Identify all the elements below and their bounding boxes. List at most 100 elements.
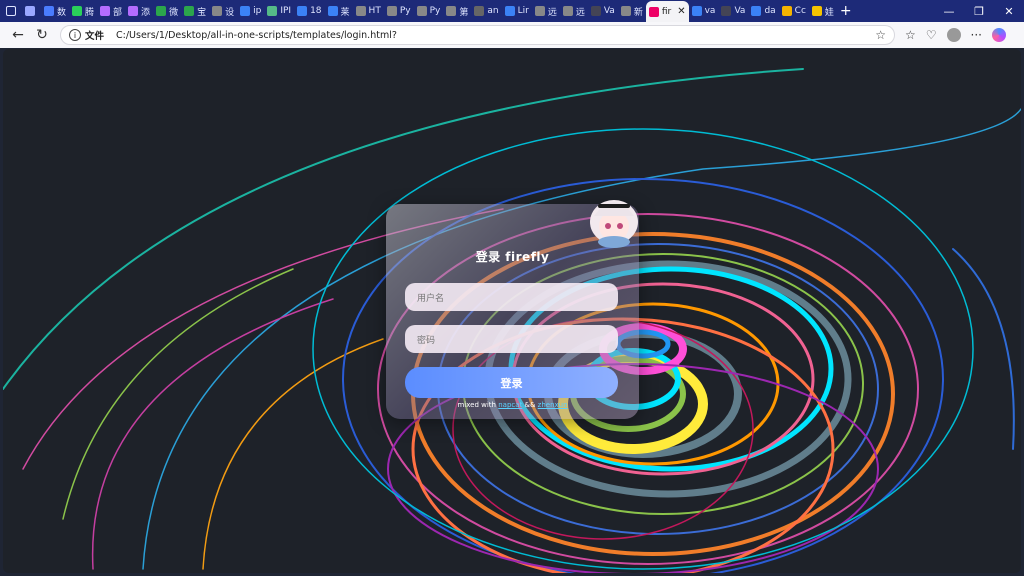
tab-4[interactable]: 添 [125,0,153,22]
tab-favicon-icon [327,6,338,16]
tab-10[interactable]: 18 [294,0,324,22]
tab-label: 新 [633,7,643,18]
tab-7[interactable]: 设 [209,0,237,22]
tab-favicon-icon [156,6,167,16]
tab-favicon-icon [355,6,366,16]
maximize-button[interactable]: ❐ [964,0,994,22]
tab-favicon-icon [620,6,631,16]
tab-label: 添 [141,7,151,18]
tab-label: 微 [169,7,179,18]
tab-17[interactable]: Lir [502,0,532,22]
more-menu-button[interactable]: ··· [971,28,982,42]
window-icon [6,6,16,16]
tab-1[interactable]: 数 [41,0,69,22]
tab-21[interactable]: 新 [618,0,646,22]
tab-25[interactable]: da [748,0,778,22]
url-text: C:/Users/1/Desktop/all-in-one-scripts/te… [116,29,397,41]
tab-favicon-icon [751,6,762,16]
tab-16[interactable]: an [471,0,501,22]
tab-label: 数 [57,7,67,18]
tab-9[interactable]: IPI [264,0,294,22]
health-icon[interactable]: ♡ [926,28,937,42]
tab-20[interactable]: Va [588,0,618,22]
tab-label: ip [253,6,262,16]
tab-0[interactable] [22,0,41,22]
tab-actions-button[interactable] [0,0,22,22]
back-button[interactable]: ← [6,23,30,47]
url-field[interactable]: i 文件 C:/Users/1/Desktop/all-in-one-scrip… [60,25,895,45]
zhenxun-link[interactable]: zhenxun [538,401,568,409]
tab-label: 宝 [197,7,207,18]
tab-label: Py [399,6,411,16]
tab-favicon-icon [562,6,573,16]
profile-avatar[interactable] [946,28,961,42]
tab-favicon-icon [128,6,139,16]
tab-favicon-icon [721,6,732,16]
tab-label: Va [603,6,615,16]
tab-favicon-icon [100,6,111,16]
tab-label: 远 [575,7,585,18]
napcat-link[interactable]: napcat [498,401,522,409]
tab-favicon-icon [474,6,485,16]
toolbar: ☆ ♡ ··· [905,28,1006,42]
tab-15[interactable]: 第 [443,0,471,22]
tab-11[interactable]: 莱 [325,0,353,22]
tab-label: 莱 [340,7,350,18]
tab-favicon-icon [25,6,35,16]
tab-label: Lir [517,6,529,16]
tab-favicon-icon [446,6,457,16]
tab-18[interactable]: 远 [532,0,560,22]
tab-strip: 数 腾 部 添 微 宝 设 ip IPI 18 莱 HT Py Py 第 an Lir 远 远 Va 新 fir ✕ va Va… [0,0,1024,22]
tab-label: Py [429,6,441,16]
tab-26[interactable]: Cc [779,0,809,22]
tab-19[interactable]: 远 [560,0,588,22]
tab-3[interactable]: 部 [97,0,125,22]
tab-favicon-icon [416,6,427,16]
tab-label: 娃 [824,7,834,18]
tab-label: HT [368,6,381,16]
tab-label: fir [661,6,672,17]
credit-line: mixed with napcat && zhenxun [386,401,639,409]
copilot-icon[interactable] [991,28,1006,42]
login-card: 登录 firefly 用户名 密码 登录 mixed with napcat &… [386,200,639,419]
tab-8[interactable]: ip [237,0,264,22]
credit-prefix: mixed with [457,401,496,409]
tab-5[interactable]: 微 [153,0,181,22]
close-tab-icon[interactable]: ✕ [677,6,685,17]
favorites-icon[interactable]: ☆ [905,28,916,42]
info-icon[interactable]: i [69,29,81,41]
tab-favicon-icon [691,6,702,16]
tab-24[interactable]: Va [718,0,748,22]
login-button[interactable]: 登录 [405,367,618,398]
tab-label: 18 [310,6,322,16]
username-input[interactable]: 用户名 [405,283,618,311]
tab-6[interactable]: 宝 [181,0,209,22]
tab-12[interactable]: HT [353,0,384,22]
tab-label: 设 [225,7,235,18]
password-input[interactable]: 密码 [405,325,618,353]
tab-favicon-icon [811,6,822,16]
new-tab-button[interactable]: + [837,0,855,22]
tab-label: an [487,6,499,16]
tab-favicon-icon [212,6,223,16]
tab-27[interactable]: 娃 [809,0,837,22]
tab-label: da [764,6,776,16]
minimize-button[interactable]: — [934,0,964,22]
mascot-avatar [590,200,638,248]
tab-label: 远 [547,7,557,18]
tab-favicon-icon [534,6,545,16]
tab-label: Va [734,6,746,16]
tab-23[interactable]: va [689,0,719,22]
tab-favicon-icon [648,6,659,17]
favorite-star-icon[interactable]: ☆ [875,28,886,42]
tab-2[interactable]: 腾 [69,0,97,22]
reload-button[interactable]: ↻ [30,23,54,47]
tab-label: 腾 [85,7,95,18]
tab-14[interactable]: Py [414,0,444,22]
tab-22[interactable]: fir ✕ [645,1,689,22]
close-window-button[interactable]: ✕ [994,0,1024,22]
tab-13[interactable]: Py [384,0,414,22]
login-title: 登录 firefly [475,250,550,264]
tab-label: IPI [280,6,292,16]
tab-label: 第 [459,7,469,18]
